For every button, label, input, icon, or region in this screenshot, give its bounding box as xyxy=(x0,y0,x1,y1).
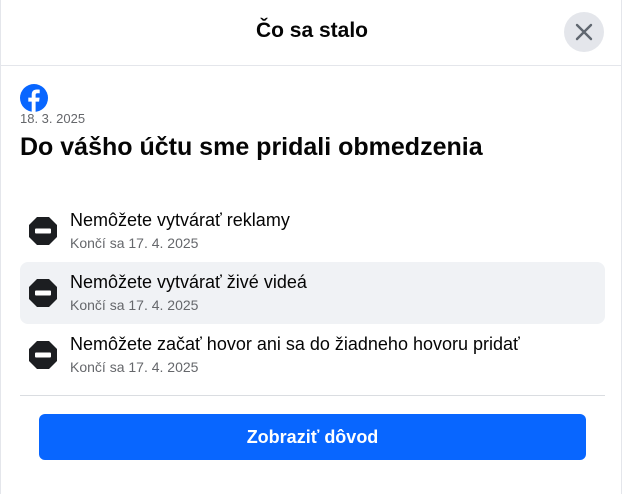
no-entry-icon xyxy=(29,217,57,245)
no-entry-icon xyxy=(29,279,57,307)
notice-headline: Do vášho účtu sme pridali obmedzenia xyxy=(20,133,483,161)
no-entry-icon xyxy=(29,341,57,369)
close-button[interactable] xyxy=(564,12,604,52)
close-icon xyxy=(575,23,593,41)
dialog-header: Čo sa stalo xyxy=(1,0,622,66)
restriction-item: Nemôžete vytvárať reklamy Končí sa 17. 4… xyxy=(20,200,605,262)
restriction-item[interactable]: Nemôžete vytvárať živé videá Končí sa 17… xyxy=(20,262,605,324)
restriction-title: Nemôžete začať hovor ani sa do žiadneho … xyxy=(70,334,520,354)
restriction-end-date: Končí sa 17. 4. 2025 xyxy=(70,297,199,313)
divider xyxy=(20,395,605,396)
restriction-item: Nemôžete začať hovor ani sa do žiadneho … xyxy=(20,324,605,386)
notice-date: 18. 3. 2025 xyxy=(20,111,86,126)
dialog-title: Čo sa stalo xyxy=(255,19,369,42)
restriction-end-date: Končí sa 17. 4. 2025 xyxy=(70,359,199,375)
restriction-end-date: Končí sa 17. 4. 2025 xyxy=(70,235,199,251)
restrictions-dialog: Čo sa stalo 18. 3. 2025 Do vášho účtu sm… xyxy=(0,0,622,494)
restriction-title: Nemôžete vytvárať živé videá xyxy=(70,272,307,292)
facebook-logo-icon xyxy=(20,84,48,112)
restriction-title: Nemôžete vytvárať reklamy xyxy=(70,210,290,230)
show-reason-button[interactable]: Zobraziť dôvod xyxy=(39,414,586,460)
